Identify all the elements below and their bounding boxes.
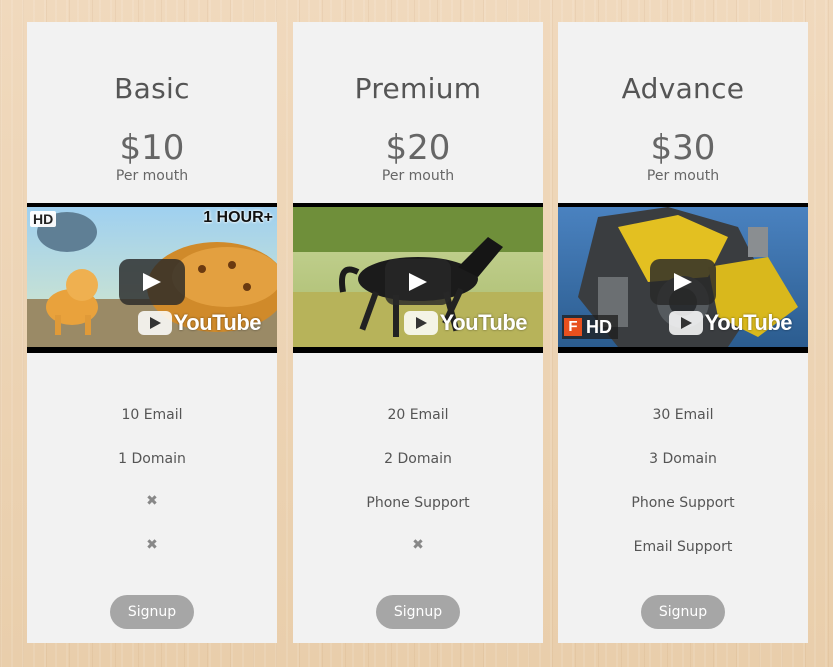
hd-badge: HD: [30, 211, 57, 227]
feature-item: 2 Domain: [384, 451, 452, 467]
youtube-wordmark: YouTube: [173, 310, 262, 335]
plan-price: $20: [385, 128, 451, 168]
feature-item: 1 Domain: [118, 451, 186, 467]
feature-item: 30 Email: [652, 407, 714, 423]
youtube-logo[interactable]: YouTube: [668, 310, 793, 335]
video-embed[interactable]: YouTube: [293, 203, 543, 353]
video-thumbnail: HD 1 HOUR+ YouTube: [27, 207, 277, 347]
fandango-hd-badge: F HD: [562, 315, 618, 339]
plan-price: $10: [119, 128, 185, 168]
feature-item: 10 Email: [121, 407, 183, 423]
cross-icon: ✖: [146, 493, 158, 509]
play-button[interactable]: [385, 259, 451, 305]
feature-item: Email Support: [633, 539, 733, 555]
youtube-logo[interactable]: YouTube: [403, 310, 528, 335]
cross-icon: ✖: [412, 537, 424, 553]
youtube-wordmark: YouTube: [704, 310, 793, 335]
youtube-icon: [403, 311, 438, 335]
youtube-logo[interactable]: YouTube: [137, 310, 262, 335]
play-icon: [674, 273, 692, 291]
video-embed[interactable]: HD 1 HOUR+ YouTube: [27, 203, 277, 353]
plan-title: Premium: [354, 72, 482, 105]
play-icon: [143, 273, 161, 291]
plan-card-basic: Basic $10 Per mouth HD 1 HOUR+ YouTube 1…: [27, 22, 277, 643]
signup-button[interactable]: Signup: [110, 595, 194, 629]
feature-item: 20 Email: [387, 407, 449, 423]
plan-title: Advance: [621, 72, 745, 105]
signup-button[interactable]: Signup: [641, 595, 725, 629]
plan-card-advance: Advance $30 Per mouth F HD YouTube 30 Em…: [558, 22, 808, 643]
youtube-wordmark: YouTube: [439, 310, 528, 335]
video-embed[interactable]: F HD YouTube: [558, 203, 808, 353]
video-thumbnail: YouTube: [293, 207, 543, 347]
youtube-icon: [137, 311, 172, 335]
plan-title: Basic: [114, 72, 190, 105]
play-button[interactable]: [119, 259, 185, 305]
pricing-table: Basic $10 Per mouth HD 1 HOUR+ YouTube 1…: [0, 0, 833, 667]
plan-period: Per mouth: [381, 168, 455, 184]
video-thumbnail: F HD YouTube: [558, 207, 808, 347]
hd-badge: HD: [586, 316, 612, 337]
fandango-logo: F: [564, 318, 582, 336]
plan-price: $30: [650, 128, 716, 168]
feature-item: Phone Support: [631, 495, 735, 511]
signup-button[interactable]: Signup: [376, 595, 460, 629]
feature-item: Phone Support: [366, 495, 470, 511]
plan-card-premium: Premium $20 Per mouth YouTube 20 Email 2…: [293, 22, 543, 643]
play-button[interactable]: [650, 259, 716, 305]
youtube-icon: [668, 311, 703, 335]
duration-badge: 1 HOUR+: [203, 209, 273, 226]
play-icon: [409, 273, 427, 291]
plan-period: Per mouth: [115, 168, 189, 184]
feature-item: 3 Domain: [649, 451, 717, 467]
plan-period: Per mouth: [646, 168, 720, 184]
cross-icon: ✖: [146, 537, 158, 553]
